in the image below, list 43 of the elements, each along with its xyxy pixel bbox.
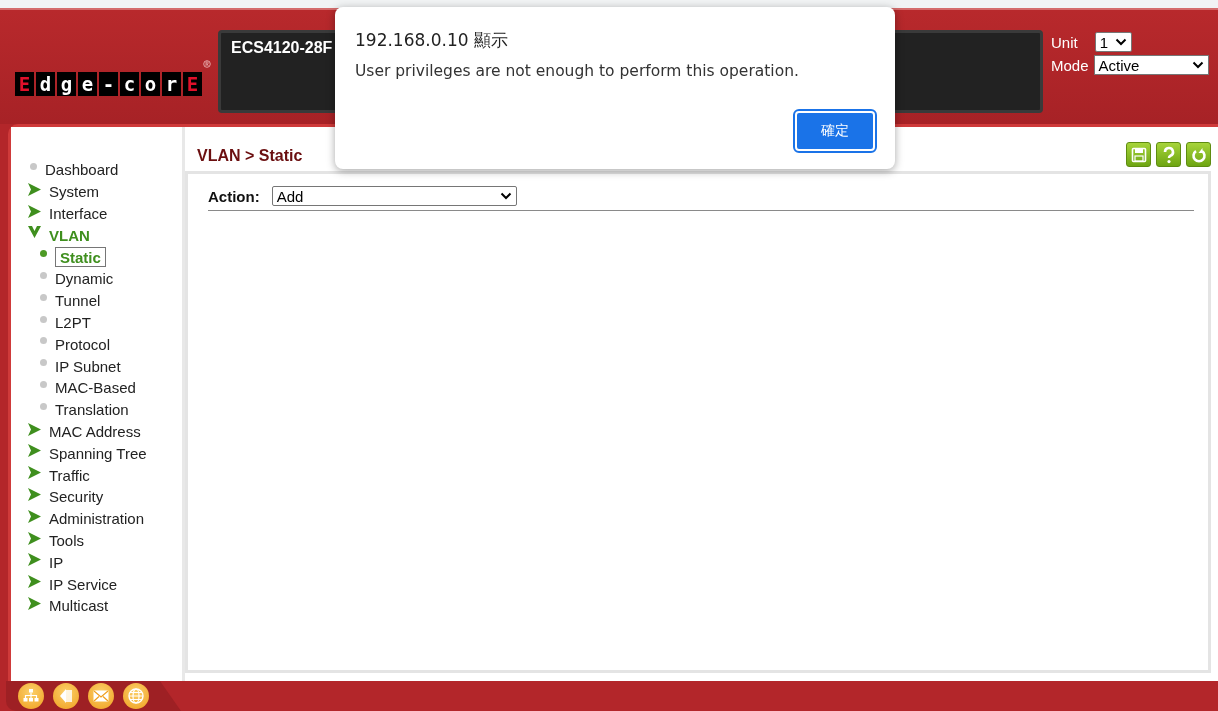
help-icon[interactable] — [1156, 142, 1181, 167]
sitemap-icon[interactable] — [18, 683, 44, 709]
mode-select[interactable]: Active — [1093, 55, 1209, 75]
nav-item[interactable]: Interface — [49, 205, 108, 222]
chevron-down-icon — [499, 192, 512, 200]
ok-button[interactable]: 確定 — [795, 111, 875, 151]
nav-item[interactable]: VLAN — [49, 226, 90, 244]
nav-item[interactable]: IP — [49, 553, 64, 571]
breadcrumb: VLAN > Static — [197, 147, 303, 166]
mail-icon[interactable] — [88, 683, 114, 709]
nav-item[interactable]: Tunnel — [55, 292, 101, 310]
nav-item[interactable]: Traffic — [49, 466, 90, 484]
nav-item[interactable]: MAC Address — [49, 422, 141, 440]
nav-item[interactable]: Multicast — [49, 597, 109, 615]
model-name: ECS4120-28F — [231, 39, 333, 56]
save-icon[interactable] — [1126, 142, 1151, 167]
refresh-icon[interactable] — [1186, 142, 1211, 167]
nav-item[interactable]: Static — [55, 247, 106, 268]
action-label: Action: — [208, 187, 260, 205]
chevron-down-icon — [1191, 61, 1204, 69]
nav-item[interactable]: Tools — [49, 531, 85, 549]
nav-item[interactable]: Dashboard — [45, 161, 119, 179]
action-select[interactable]: Add — [271, 186, 517, 206]
dialog-title: 192.168.0.10 顯示 — [355, 29, 509, 52]
unit-label: Unit — [1051, 33, 1078, 51]
nav-item[interactable]: MAC-Based — [55, 379, 136, 397]
nav-item[interactable]: L2PT — [55, 313, 91, 331]
chevron-down-icon — [1114, 38, 1127, 46]
registered-mark-icon — [203, 60, 211, 68]
logo: E d g e - c o r E — [15, 72, 202, 96]
mode-label: Mode — [1051, 56, 1089, 74]
nav-item[interactable]: IP Subnet — [55, 357, 121, 375]
globe-icon[interactable] — [123, 683, 149, 709]
unit-select[interactable]: 1 — [1094, 32, 1132, 52]
nav-item[interactable]: Spanning Tree — [49, 444, 147, 462]
nav-item[interactable]: Administration — [49, 510, 145, 528]
nav-item[interactable]: Protocol — [55, 335, 111, 353]
nav-item[interactable]: Dynamic — [55, 270, 114, 288]
nav-item[interactable]: Security — [49, 488, 104, 506]
nav-item[interactable]: IP Service — [49, 575, 118, 593]
dialog-message: User privileges are not enough to perform this operation. — [355, 62, 800, 80]
nav-item[interactable]: System — [49, 183, 99, 201]
nav-item[interactable]: Translation — [55, 401, 129, 419]
